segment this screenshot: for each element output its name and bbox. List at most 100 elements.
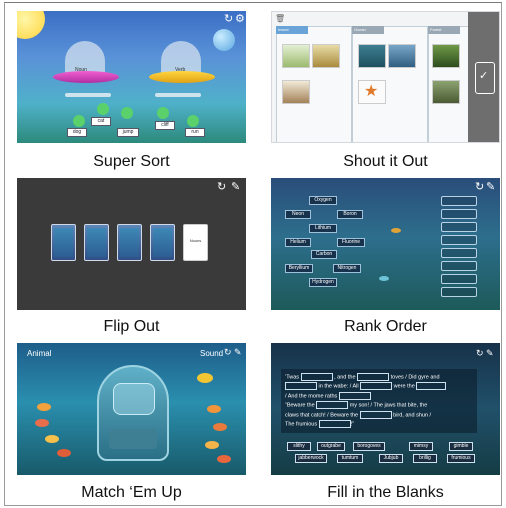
passage-fragment: were the <box>393 383 415 390</box>
element-oxygen[interactable]: Oxygen <box>309 196 337 205</box>
super-sort-thumbnail[interactable]: ↻ ⚙ Noun Verb cat dog jump cliff run <box>17 11 246 143</box>
blank-slot[interactable] <box>285 382 317 391</box>
tile-rank-order[interactable]: ↻ ✎ Oxygen Neon Boron Lithium Helium Flu… <box>271 178 500 338</box>
passage-fragment: , and the <box>334 374 356 381</box>
pencil-icon[interactable]: ✎ <box>486 182 495 193</box>
sun-icon <box>17 11 45 39</box>
tile-title: Match ‘Em Up <box>81 484 182 501</box>
bank-word[interactable]: jabberwock <box>295 454 327 463</box>
rank-slot-6[interactable] <box>441 261 477 271</box>
blank-slot[interactable] <box>318 420 351 429</box>
tile-title: Super Sort <box>93 153 170 170</box>
fish-icon[interactable] <box>205 441 219 449</box>
pencil-icon[interactable]: ✎ <box>486 348 494 359</box>
platform-right <box>155 93 201 97</box>
rank-slot-4[interactable] <box>441 235 477 245</box>
blank-slot[interactable] <box>300 373 333 381</box>
ufo-label-verb: Verb <box>175 67 186 73</box>
blank-slot[interactable] <box>338 391 371 400</box>
bank-word[interactable]: tumtum <box>337 454 363 463</box>
bank-word[interactable]: frumious <box>447 454 475 463</box>
trash-icon[interactable]: 🗑 <box>275 14 285 23</box>
element-hydrogen[interactable]: Hydrogen <box>309 278 337 287</box>
tile-fill-in-the-blanks[interactable]: ↻ ✎ ’Twas , and the toves / Did gyre and… <box>271 343 500 503</box>
blank-slot[interactable] <box>416 382 447 391</box>
word-cat[interactable]: cat <box>91 117 111 126</box>
rank-slot-8[interactable] <box>441 287 477 297</box>
element-lithium[interactable]: Lithium <box>309 224 337 233</box>
bank-word[interactable]: gimble <box>449 442 473 451</box>
element-boron[interactable]: Boron <box>337 210 363 219</box>
rank-slot-7[interactable] <box>441 274 477 284</box>
photo-grasshopper[interactable] <box>282 44 310 68</box>
bank-word[interactable]: mimsy <box>409 442 433 451</box>
flip-out-thumbnail[interactable]: ↻ ✎ Nouns <box>17 178 246 310</box>
card-2[interactable] <box>84 224 109 261</box>
photo-tree[interactable] <box>432 44 460 68</box>
card-flipped[interactable]: Nouns <box>183 224 208 261</box>
bank-word[interactable]: Jubjub <box>379 454 403 463</box>
element-fluorine[interactable]: Fluorine <box>337 238 365 247</box>
rank-slot-1[interactable] <box>441 196 477 206</box>
pencil-icon[interactable]: ✎ <box>231 182 240 193</box>
tile-shout-it-out[interactable]: 🗑 Insect Ocean Forest ★ ✓ Shout it Out <box>271 11 500 171</box>
tile-super-sort[interactable]: ↻ ⚙ Noun Verb cat dog jump cliff run Sup… <box>17 11 246 171</box>
fish-icon[interactable] <box>197 373 213 383</box>
fish-icon[interactable] <box>35 419 49 427</box>
refresh-icon[interactable]: ↻ <box>224 347 232 358</box>
tile-flip-out[interactable]: ↻ ✎ Nouns Flip Out <box>17 178 246 338</box>
pencil-icon[interactable]: ✎ <box>234 347 242 358</box>
submarine-base <box>109 429 157 449</box>
bank-word[interactable]: brillig <box>413 454 437 463</box>
match-em-up-thumbnail[interactable]: Animal Sound ↻ ✎ <box>17 343 246 475</box>
blank-slot[interactable] <box>359 410 392 419</box>
word-run[interactable]: run <box>185 128 205 137</box>
photo-butterfly[interactable] <box>312 44 340 68</box>
photo-fish[interactable] <box>358 44 386 68</box>
word-dog[interactable]: dog <box>67 128 87 137</box>
bank-word[interactable]: slithy <box>287 442 311 451</box>
bank-word[interactable]: borogoves <box>353 442 385 451</box>
fish-icon[interactable] <box>57 449 71 457</box>
blank-slot[interactable] <box>360 382 393 391</box>
element-helium[interactable]: Helium <box>285 238 311 247</box>
photo-coral[interactable] <box>388 44 416 68</box>
tile-match-em-up[interactable]: Animal Sound ↻ ✎ Match ‘Em Up <box>17 343 246 503</box>
passage-fragment: / And the mome raths <box>285 393 338 400</box>
fish-icon[interactable] <box>213 423 227 431</box>
fish-icon <box>379 276 389 281</box>
rank-slot-3[interactable] <box>441 222 477 232</box>
refresh-icon[interactable]: ↻ <box>476 348 484 359</box>
card-3[interactable] <box>117 224 142 261</box>
fish-icon[interactable] <box>217 455 231 463</box>
element-carbon[interactable]: Carbon <box>311 250 337 259</box>
fish-icon[interactable] <box>207 405 221 413</box>
column-label-animal: Animal <box>27 349 52 358</box>
photo-deer[interactable] <box>432 80 460 104</box>
rank-order-thumbnail[interactable]: ↻ ✎ Oxygen Neon Boron Lithium Helium Flu… <box>271 178 500 310</box>
passage-fragment: !” <box>350 421 355 428</box>
element-beryllium[interactable]: Beryllium <box>285 264 313 273</box>
passage-text: ’Twas , and the toves / Did gyre and in … <box>285 373 475 430</box>
fill-in-the-blanks-thumbnail[interactable]: ↻ ✎ ’Twas , and the toves / Did gyre and… <box>271 343 500 475</box>
rank-slot-5[interactable] <box>441 248 477 258</box>
column-header-forest: Forest <box>428 26 460 34</box>
refresh-icon[interactable]: ↻ <box>475 182 484 193</box>
bank-word[interactable]: outgrabe <box>317 442 345 451</box>
refresh-icon[interactable]: ↻ <box>217 182 226 193</box>
element-nitrogen[interactable]: Nitrogen <box>333 264 361 273</box>
word-cliff[interactable]: cliff <box>155 121 175 130</box>
fish-icon[interactable] <box>37 403 51 411</box>
card-1[interactable] <box>51 224 76 261</box>
element-neon[interactable]: Neon <box>285 210 311 219</box>
word-jump[interactable]: jump <box>117 128 139 137</box>
rank-slot-2[interactable] <box>441 209 477 219</box>
refresh-icon[interactable]: ↻ <box>224 14 233 25</box>
shout-it-out-thumbnail[interactable]: 🗑 Insect Ocean Forest ★ ✓ <box>271 11 500 143</box>
photo-scorpion[interactable] <box>282 80 310 104</box>
gear-icon[interactable]: ⚙ <box>235 14 245 25</box>
blank-slot[interactable] <box>316 401 349 410</box>
card-4[interactable] <box>150 224 175 261</box>
blank-slot[interactable] <box>357 373 390 381</box>
fish-icon[interactable] <box>45 435 59 443</box>
